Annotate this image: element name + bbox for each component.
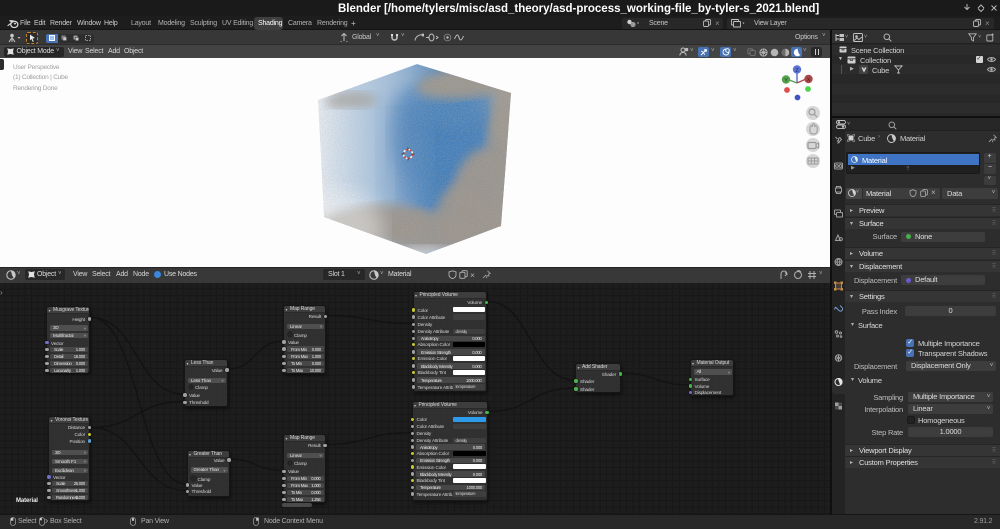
svg-text:Z: Z (795, 68, 798, 74)
